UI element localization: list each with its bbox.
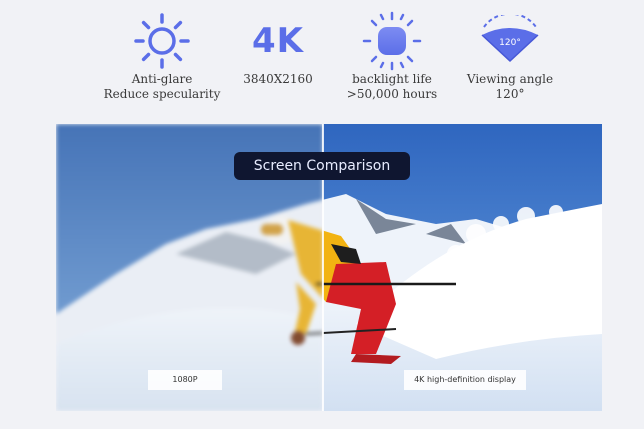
feature-sublabel-4: 120° <box>495 87 525 101</box>
feature-row: Anti-glare Reduce specularity 4K 3840X21… <box>0 10 644 120</box>
backlight-icon <box>362 11 422 71</box>
feature-label-4: Viewing angle <box>466 72 554 86</box>
feature-viewing-angle: 120° Viewing angle 120° <box>440 10 580 120</box>
label-4k: 4K high-definition display <box>404 370 526 390</box>
screen-comparison-title: Screen Comparison <box>234 152 410 180</box>
sun-icon <box>134 13 190 69</box>
viewing-angle-icon: 120° <box>478 15 542 67</box>
comparison-photo: Screen Comparison 1080P 4K high-definiti… <box>56 124 602 411</box>
label-1080p: 1080P <box>148 370 222 390</box>
viewing-angle-value: 120° <box>499 38 521 48</box>
4k-badge: 4K <box>251 21 304 61</box>
